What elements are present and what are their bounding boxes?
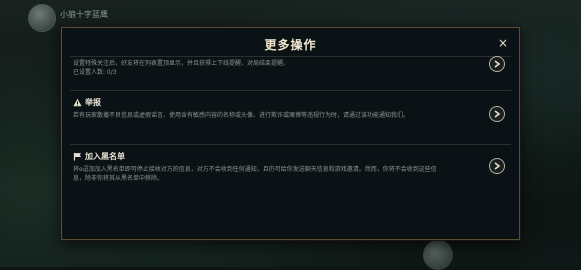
chevron-right-icon [494,60,500,68]
row-divider [70,90,511,91]
report-section: 举报 若有玩家散播不良信息或虚假谣言、使用含有敏感内容的名称或头像、进行欺诈或赌… [73,97,493,120]
more-actions-dialog: 更多操作 × 设置特殊关注后，好友将在列表置顶显示，并且获得上下线提醒、对局结束… [61,27,520,240]
close-button[interactable]: × [495,35,511,51]
background-header: 小狼十字蓝鹰 [0,0,581,32]
dialog-title: 更多操作 [264,38,317,52]
row-divider [70,144,511,145]
blacklist-description: 将e逗加加入黑名单即可停止接收对方的信息，对方不会收到任何通知，且仍可给你发送聊… [73,166,437,182]
blacklist-title: 加入黑名单 [85,152,125,161]
special-follow-count: 已设置人数: 0/3 [73,69,117,76]
friend-avatar [423,240,453,270]
player-avatar [28,4,56,32]
blacklist-icon [73,152,82,161]
player-name: 小狼十字蓝鹰 [60,10,108,19]
special-follow-arrow-button[interactable] [489,56,505,72]
title-divider [70,56,511,57]
special-follow-section: 设置特殊关注后，好友将在列表置顶显示，并且获得上下线提醒、对局结束提醒。 已设置… [73,59,493,77]
blacklist-section: 加入黑名单 将e逗加加入黑名单即可停止接收对方的信息，对方不会收到任何通知，且仍… [73,151,493,183]
chevron-right-icon [494,110,500,118]
report-title-row: 举报 [73,97,493,108]
blacklist-title-row: 加入黑名单 [73,151,493,162]
report-arrow-button[interactable] [489,106,505,122]
warning-icon [73,98,82,107]
blacklist-arrow-button[interactable] [489,158,505,174]
special-follow-description: 设置特殊关注后，好友将在列表置顶显示，并且获得上下线提醒、对局结束提醒。 [73,60,290,67]
report-description: 若有玩家散播不良信息或虚假谣言、使用含有敏感内容的名称或头像、进行欺诈或赌博等违… [73,112,410,119]
report-title: 举报 [85,98,101,107]
chevron-right-icon [494,162,500,170]
